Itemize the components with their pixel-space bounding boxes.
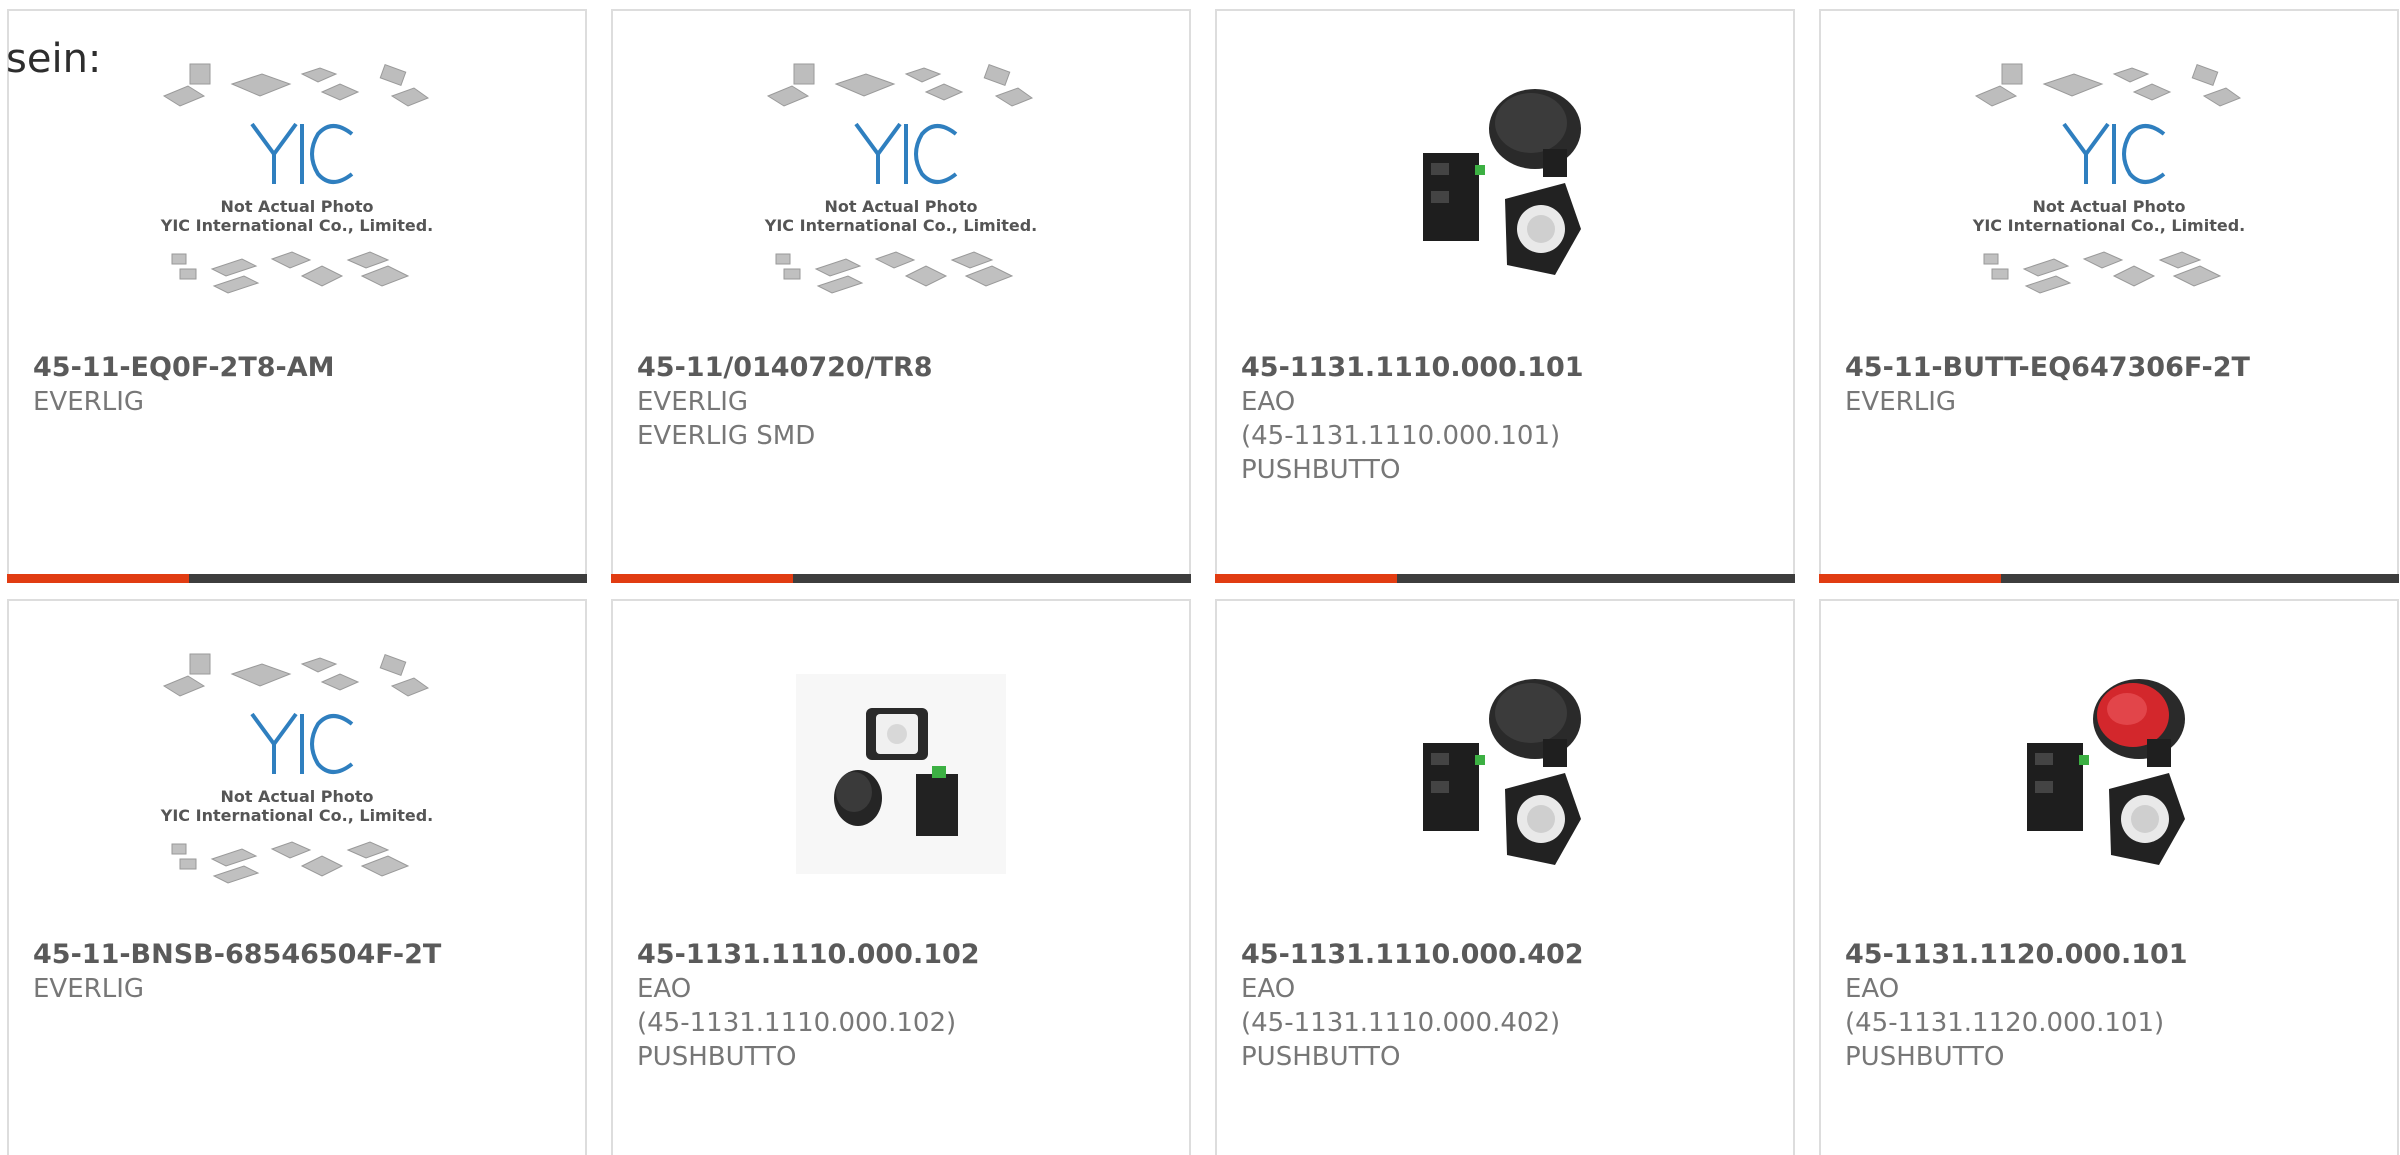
pushbutton-small-icon	[796, 673, 1006, 874]
placeholder-image: Not Actual Photo YIC International Co., …	[1821, 11, 2397, 356]
svg-text:Not Actual Photo: Not Actual Photo	[220, 787, 373, 806]
manufacturer: EAO	[1241, 974, 1296, 1004]
svg-text:Not Actual Photo: Not Actual Photo	[2032, 197, 2185, 216]
description: EVERLIG SMD	[637, 421, 816, 451]
part-number[interactable]: 45-1131.1110.000.402	[1241, 938, 1781, 972]
pushbutton-red-icon	[2027, 678, 2185, 865]
description: (45-1131.1120.000.101)	[1845, 1008, 2165, 1038]
lead-text: sein:	[6, 36, 102, 82]
part-number[interactable]: 45-1131.1120.000.101	[1845, 938, 2385, 972]
product-card[interactable]: 45-1131.1110.000.102 EAO (45-1131.1110.0…	[611, 599, 1191, 1155]
yic-placeholder-icon: Not Actual Photo YIC International Co., …	[1972, 63, 2245, 294]
card-bar	[1819, 574, 2399, 583]
placeholder-image: Not Actual Photo YIC International Co., …	[613, 11, 1189, 356]
card-bar	[7, 574, 587, 583]
part-number[interactable]: 45-11-BNSB-68546504F-2T	[33, 938, 573, 972]
manufacturer: EAO	[1241, 387, 1296, 417]
manufacturer: EVERLIG	[33, 387, 145, 417]
product-image	[1217, 601, 1793, 946]
manufacturer: EVERLIG	[33, 974, 145, 1004]
card-bar	[611, 574, 1191, 583]
description: PUSHBUTTO	[1845, 1042, 2005, 1072]
svg-text:YIC International Co., Limited: YIC International Co., Limited.	[160, 806, 433, 825]
description: (45-1131.1110.000.402)	[1241, 1008, 1561, 1038]
svg-text:YIC International Co., Limited: YIC International Co., Limited.	[1972, 216, 2245, 235]
svg-text:Not Actual Photo: Not Actual Photo	[824, 197, 977, 216]
yic-placeholder-icon: Not Actual Photo YIC International Co., …	[764, 63, 1037, 294]
yic-placeholder-icon: Not Actual Photo YIC International Co., …	[160, 63, 433, 294]
part-number[interactable]: 45-1131.1110.000.101	[1241, 351, 1781, 385]
placeholder-image: Not Actual Photo YIC International Co., …	[9, 601, 585, 946]
description: PUSHBUTTO	[1241, 455, 1401, 485]
card-bar	[1215, 574, 1795, 583]
manufacturer: EAO	[637, 974, 692, 1004]
product-image	[613, 601, 1189, 946]
part-number[interactable]: 45-11-BUTT-EQ647306F-2T	[1845, 351, 2385, 385]
product-card[interactable]: Not Actual Photo YIC International Co., …	[1819, 9, 2399, 583]
pushbutton-black-icon	[1423, 88, 1581, 275]
product-card[interactable]: 45-1131.1110.000.101 EAO (45-1131.1110.0…	[1215, 9, 1795, 583]
manufacturer: EVERLIG	[1845, 387, 1957, 417]
product-image	[1217, 11, 1793, 356]
svg-text:Not Actual Photo: Not Actual Photo	[220, 197, 373, 216]
description: (45-1131.1110.000.102)	[637, 1008, 957, 1038]
part-number[interactable]: 45-11/0140720/TR8	[637, 351, 1177, 385]
product-card[interactable]: Not Actual Photo YIC International Co., …	[611, 9, 1191, 583]
product-card[interactable]: Not Actual Photo YIC International Co., …	[7, 9, 587, 583]
svg-text:YIC International Co., Limited: YIC International Co., Limited.	[160, 216, 433, 235]
product-card[interactable]: Not Actual Photo YIC International Co., …	[7, 599, 587, 1155]
svg-text:YIC International Co., Limited: YIC International Co., Limited.	[764, 216, 1037, 235]
yic-placeholder-icon: Not Actual Photo YIC International Co., …	[160, 653, 433, 884]
pushbutton-black-icon	[1423, 678, 1581, 865]
description: PUSHBUTTO	[1241, 1042, 1401, 1072]
description: (45-1131.1110.000.101)	[1241, 421, 1561, 451]
manufacturer: EVERLIG	[637, 387, 749, 417]
manufacturer: EAO	[1845, 974, 1900, 1004]
part-number[interactable]: 45-1131.1110.000.102	[637, 938, 1177, 972]
product-card[interactable]: 45-1131.1110.000.402 EAO (45-1131.1110.0…	[1215, 599, 1795, 1155]
product-card[interactable]: 45-1131.1120.000.101 EAO (45-1131.1120.0…	[1819, 599, 2399, 1155]
product-image	[1821, 601, 2397, 946]
description: PUSHBUTTO	[637, 1042, 797, 1072]
part-number[interactable]: 45-11-EQ0F-2T8-AM	[33, 351, 573, 385]
